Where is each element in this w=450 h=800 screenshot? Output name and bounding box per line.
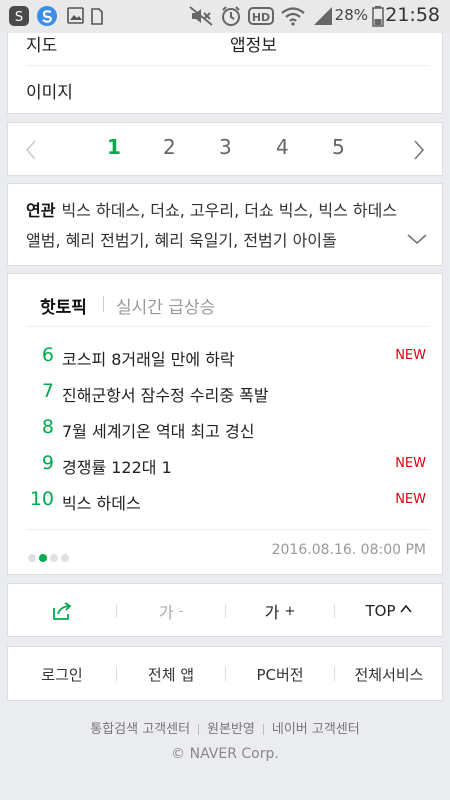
footer-links: 통합검색 고객센터 원본반영 네이버 고객센터 xyxy=(0,718,450,737)
separator xyxy=(262,724,264,735)
mute-icon xyxy=(189,6,213,26)
font-size-down-button[interactable]: 가 - xyxy=(117,584,225,638)
alarm-icon xyxy=(222,6,240,26)
rank-number: 7 xyxy=(41,380,54,402)
gallery-icon xyxy=(67,7,84,24)
minus-sign: - xyxy=(178,604,184,618)
plus-sign: + xyxy=(284,603,296,619)
list-item[interactable]: 6 코스피 8거래일 만에 하락 NEW xyxy=(26,344,426,372)
prev-page-icon[interactable] xyxy=(24,139,38,161)
wifi-icon xyxy=(281,7,305,26)
page-indicator[interactable] xyxy=(28,547,72,566)
list-item[interactable]: 7 진해군항서 잠수정 수리중 폭발 xyxy=(26,380,426,408)
bottom-nav: 로그인 전체 앱 PC버전 전체서비스 xyxy=(7,646,443,701)
tab-app-info[interactable]: 앱정보 xyxy=(230,31,277,56)
battery-icon xyxy=(372,6,384,27)
rank-number: 6 xyxy=(41,344,54,366)
tab-image[interactable]: 이미지 xyxy=(26,78,73,103)
chevron-up-icon xyxy=(399,604,412,613)
app-swirl-icon xyxy=(37,6,57,26)
app-s-icon: S xyxy=(9,6,29,26)
divider xyxy=(26,529,428,530)
sim-icon xyxy=(91,8,103,25)
page-1[interactable]: 1 xyxy=(107,135,121,159)
font-down-label: 가 xyxy=(158,603,174,622)
related-searches: 연관 빅스 하데스, 더쇼, 고우리, 더쇼 빅스, 빅스 하데스 앨범, 혜리 … xyxy=(7,183,443,266)
top-button[interactable]: TOP xyxy=(335,584,443,638)
separator xyxy=(198,724,200,735)
clock: 21:58 xyxy=(385,4,440,26)
svg-text:S: S xyxy=(15,10,23,25)
share-icon xyxy=(53,602,72,620)
all-apps-link[interactable]: 전체 앱 xyxy=(117,647,225,702)
rank-number: 8 xyxy=(41,416,54,438)
pagination: 1 2 3 4 5 xyxy=(7,122,443,176)
page-5[interactable]: 5 xyxy=(332,135,345,159)
topic-title[interactable]: 코스피 8거래일 만에 하락 xyxy=(62,346,235,370)
next-page-icon[interactable] xyxy=(412,139,426,161)
rank-number: 9 xyxy=(41,452,54,474)
new-badge: NEW xyxy=(395,456,426,471)
topic-title[interactable]: 7월 세계기온 역대 최고 경신 xyxy=(62,418,254,442)
related-label: 연관 xyxy=(26,201,56,220)
report-link[interactable]: 원본반영 xyxy=(207,722,255,737)
page-4[interactable]: 4 xyxy=(276,135,289,159)
list-item[interactable]: 10 빅스 하데스 NEW xyxy=(26,488,426,516)
topic-title[interactable]: 빅스 하데스 xyxy=(62,490,141,514)
all-services-link[interactable]: 전체서비스 xyxy=(335,647,443,702)
page-dot[interactable] xyxy=(28,554,36,562)
related-terms[interactable]: 빅스 하데스, 더쇼, 고우리, 더쇼 빅스, 빅스 하데스 앨범, 혜리 전범… xyxy=(26,201,397,250)
tab-separator xyxy=(103,296,104,312)
new-badge: NEW xyxy=(395,492,426,507)
timestamp: 2016.08.16. 08:00 PM xyxy=(271,542,426,558)
list-item[interactable]: 8 7월 세계기온 역대 최고 경신 xyxy=(26,416,426,444)
copyright: © NAVER Corp. xyxy=(171,746,279,762)
chevron-down-icon[interactable] xyxy=(406,232,428,246)
share-button[interactable] xyxy=(8,584,116,638)
battery-percent: 28% xyxy=(334,6,368,24)
tab-map[interactable]: 지도 xyxy=(26,31,57,56)
page-dot-active[interactable] xyxy=(39,554,47,562)
hd-icon: HD xyxy=(248,7,274,25)
status-bar: S HD 28% 21:58 xyxy=(0,0,450,33)
page-dot[interactable] xyxy=(50,554,58,562)
login-link[interactable]: 로그인 xyxy=(8,647,116,702)
signal-icon xyxy=(314,7,332,25)
page-2[interactable]: 2 xyxy=(163,135,176,159)
page-dot[interactable] xyxy=(61,554,69,562)
top-label: TOP xyxy=(365,602,396,620)
topic-title[interactable]: 진해군항서 잠수정 수리중 폭발 xyxy=(62,382,269,406)
rank-number: 10 xyxy=(29,488,54,510)
result-tabs-card: 지도 앱정보 이미지 xyxy=(7,33,443,114)
toolbar: 가 - 가 + TOP xyxy=(7,583,443,637)
pc-version-link[interactable]: PC버전 xyxy=(226,647,334,702)
naver-help-link[interactable]: 네이버 고객센터 xyxy=(272,722,360,737)
topic-title[interactable]: 경쟁률 122대 1 xyxy=(62,454,172,478)
svg-text:HD: HD xyxy=(252,11,270,24)
divider xyxy=(26,65,428,66)
new-badge: NEW xyxy=(395,348,426,363)
hot-topics: 핫토픽 실시간 급상승 6 코스피 8거래일 만에 하락 NEW 7 진해군항서… xyxy=(7,273,443,575)
font-size-up-button[interactable]: 가 + xyxy=(226,584,334,638)
divider xyxy=(26,326,428,327)
list-item[interactable]: 9 경쟁률 122대 1 NEW xyxy=(26,452,426,480)
page-3[interactable]: 3 xyxy=(219,135,232,159)
search-help-link[interactable]: 통합검색 고객센터 xyxy=(90,722,190,737)
tab-hot-topic[interactable]: 핫토픽 xyxy=(40,293,87,318)
tab-realtime-rising[interactable]: 실시간 급상승 xyxy=(116,293,215,318)
font-up-label: 가 xyxy=(264,603,280,622)
